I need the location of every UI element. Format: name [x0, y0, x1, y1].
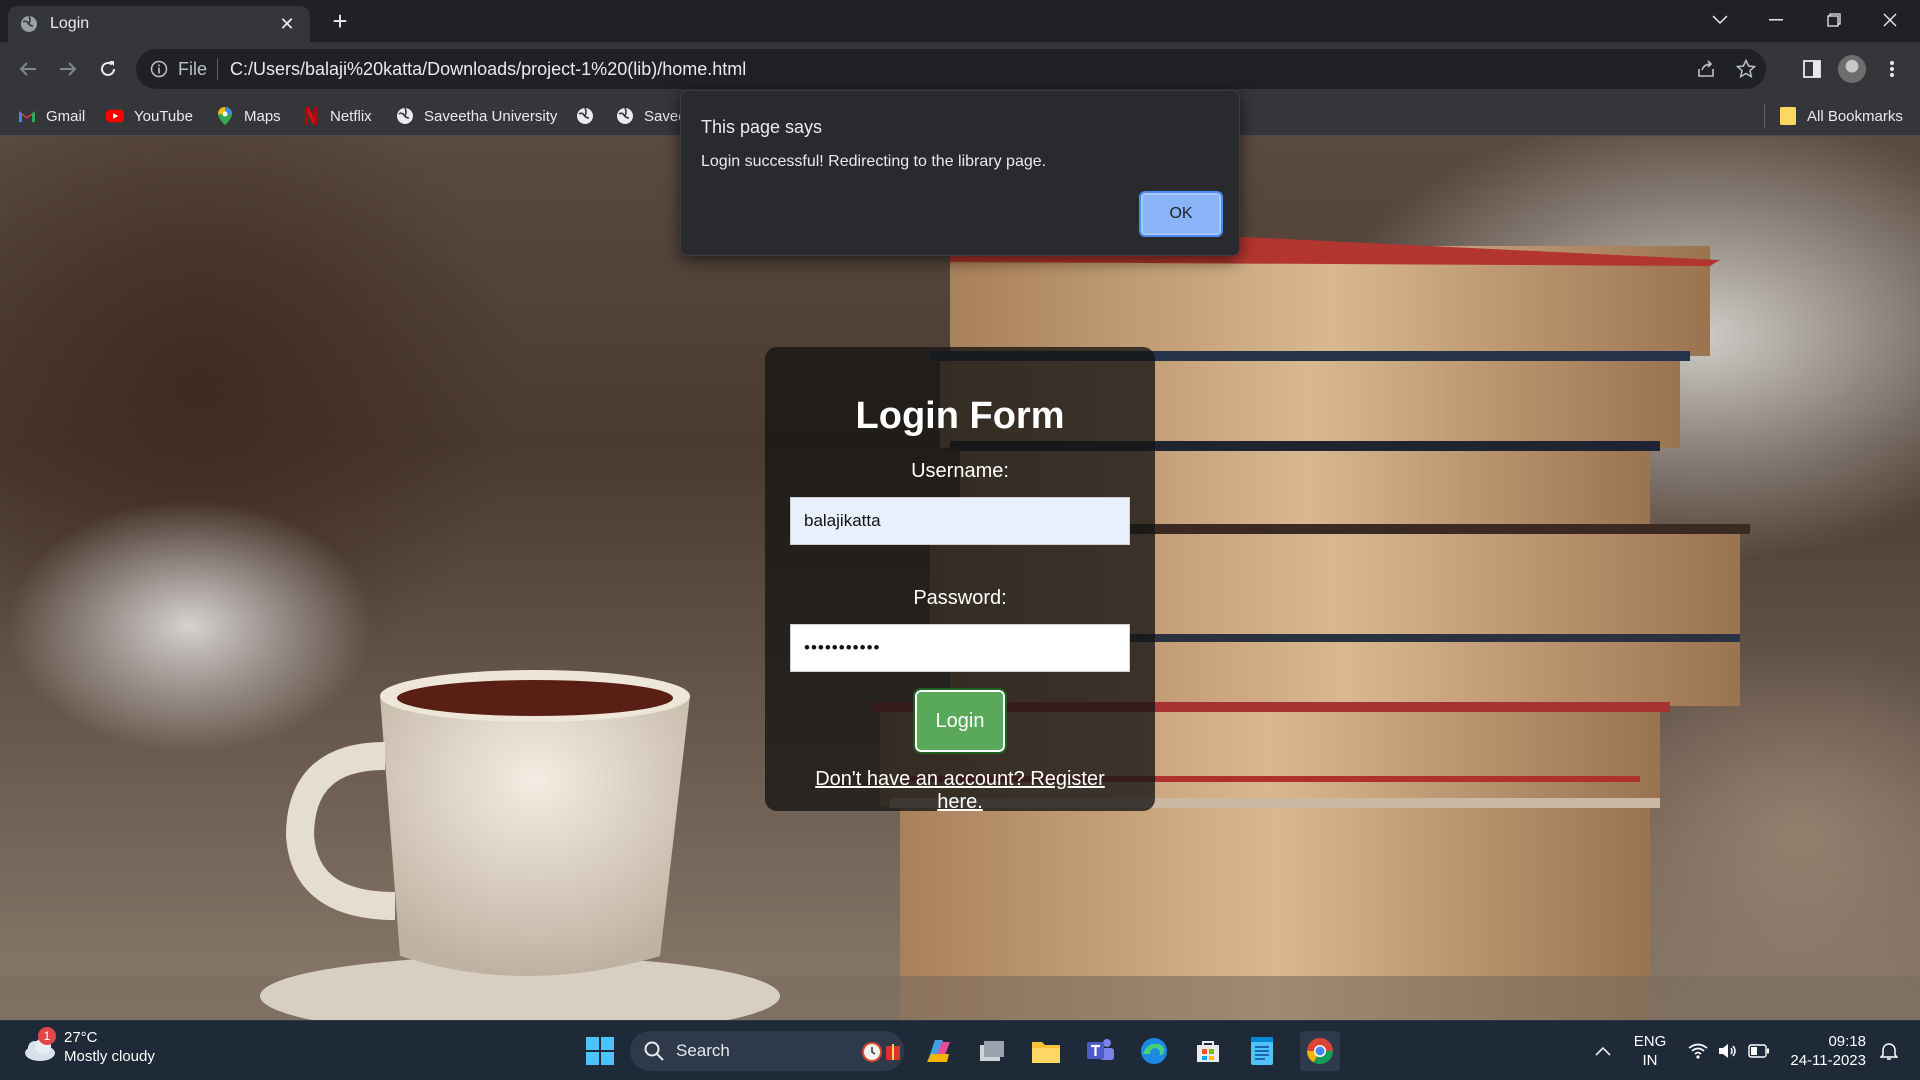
share-icon[interactable]	[1686, 49, 1726, 89]
notepad-icon[interactable]	[1242, 1031, 1282, 1071]
search-highlight-icon	[862, 1042, 900, 1062]
cloud-icon: 1	[22, 1027, 56, 1063]
bookmark-label: Maps	[244, 107, 281, 125]
scheme-label: File	[178, 58, 219, 80]
clock[interactable]: 09:18 24-11-2023	[1782, 1021, 1866, 1080]
file-explorer-icon[interactable]	[1026, 1031, 1066, 1071]
reload-button[interactable]	[92, 53, 124, 85]
bookmark-unnamed[interactable]	[576, 96, 604, 136]
all-bookmarks[interactable]: All Bookmarks	[1764, 104, 1903, 128]
url-text[interactable]: C:/Users/balaji%20katta/Downloads/projec…	[230, 59, 1686, 80]
tab-login[interactable]: Login ✕	[8, 6, 310, 42]
copilot-app-icon[interactable]	[918, 1031, 958, 1071]
edge-icon[interactable]	[1134, 1031, 1174, 1071]
bookmark-label: Saveetha University	[424, 107, 558, 125]
avatar	[1838, 55, 1866, 83]
bookmark-youtube[interactable]: YouTube	[106, 96, 193, 136]
address-bar[interactable]: File C:/Users/balaji%20katta/Downloads/p…	[136, 49, 1766, 89]
bookmark-saveetha-2[interactable]: Savee	[616, 96, 687, 136]
wifi-icon	[1688, 1043, 1708, 1059]
password-input[interactable]	[790, 624, 1130, 672]
close-window-button[interactable]	[1862, 0, 1918, 40]
bookmark-star-icon[interactable]	[1726, 49, 1766, 89]
forward-button[interactable]	[52, 53, 84, 85]
start-button[interactable]	[580, 1031, 620, 1071]
globe-icon	[21, 15, 37, 32]
dialog-ok-button[interactable]: OK	[1139, 191, 1223, 237]
weather-temp: 27°C	[64, 1029, 98, 1046]
clock-date: 24-11-2023	[1790, 1052, 1866, 1069]
taskbar-search[interactable]: Search	[630, 1031, 904, 1071]
bookmark-label: Gmail	[46, 107, 86, 125]
tab-close-icon[interactable]: ✕	[276, 14, 298, 35]
all-bookmarks-label: All Bookmarks	[1807, 107, 1903, 125]
browser-toolbar: File C:/Users/balaji%20katta/Downloads/p…	[0, 42, 1920, 96]
globe-icon	[396, 107, 414, 125]
forward-arrow-icon	[60, 62, 77, 76]
youtube-icon	[106, 107, 124, 125]
alert-dialog: This page says Login successful! Redirec…	[680, 90, 1240, 256]
language-top: ENG	[1633, 1033, 1667, 1050]
info-icon[interactable]	[150, 60, 168, 78]
task-view-icon[interactable]	[972, 1031, 1012, 1071]
globe-icon	[576, 107, 594, 125]
clock-time: 09:18	[1828, 1033, 1866, 1050]
show-hidden-icons[interactable]	[1588, 1021, 1618, 1080]
dialog-message: Login successful! Redirecting to the lib…	[701, 153, 1047, 170]
folder-icon	[1779, 107, 1797, 125]
reload-icon	[101, 61, 115, 76]
volume-icon	[1719, 1044, 1736, 1058]
system-tray-icons[interactable]	[1684, 1021, 1774, 1080]
minimize-button[interactable]	[1748, 0, 1804, 40]
weather-condition: Mostly cloudy	[64, 1048, 155, 1065]
chrome-icon[interactable]	[1300, 1031, 1340, 1071]
microsoft-store-icon[interactable]	[1188, 1031, 1228, 1071]
back-button[interactable]	[12, 53, 44, 85]
language-indicator[interactable]: ENG IN	[1624, 1021, 1676, 1080]
gmail-icon	[18, 107, 36, 125]
register-link[interactable]: Don't have an account? Register here.	[815, 768, 1105, 813]
weather-badge: 1	[38, 1027, 56, 1045]
search-label: Search	[676, 1041, 730, 1060]
search-icon	[644, 1041, 664, 1061]
bookmark-netflix[interactable]: Netflix	[302, 96, 372, 136]
teams-icon[interactable]	[1080, 1031, 1120, 1071]
weather-widget[interactable]: 1 27°C Mostly cloudy	[22, 1027, 155, 1067]
username-input[interactable]	[790, 497, 1130, 545]
tab-search-icon[interactable]	[1692, 0, 1748, 40]
login-button[interactable]: Login	[913, 688, 1007, 754]
globe-icon	[616, 107, 634, 125]
tab-strip: Login ✕ +	[0, 0, 1920, 42]
menu-kebab-icon[interactable]	[1876, 53, 1908, 85]
bookmark-maps[interactable]: Maps	[216, 96, 281, 136]
windows-logo-icon	[586, 1037, 614, 1065]
battery-icon	[1748, 1044, 1769, 1058]
dialog-title: This page says	[701, 117, 823, 137]
restore-button[interactable]	[1806, 0, 1862, 40]
password-label: Password:	[913, 587, 1007, 609]
side-panel-icon[interactable]	[1796, 53, 1828, 85]
profile-avatar[interactable]	[1836, 53, 1868, 85]
login-form: Login Form Username: Password: Login Don…	[765, 347, 1155, 813]
notifications-bell-icon[interactable]	[1874, 1021, 1904, 1080]
back-arrow-icon	[19, 62, 36, 76]
language-bottom: IN	[1642, 1052, 1658, 1069]
login-heading: Login Form	[855, 395, 1065, 437]
bookmark-saveetha-university[interactable]: Saveetha University	[396, 96, 557, 136]
new-tab-button[interactable]: +	[324, 6, 356, 38]
username-label: Username:	[911, 460, 1009, 482]
netflix-icon	[302, 107, 320, 125]
page-background: Login Form Username: Password: Login Don…	[0, 136, 1920, 1020]
maps-icon	[216, 107, 234, 125]
windows-taskbar: 1 27°C Mostly cloudy Search ENG IN 09:18…	[0, 1020, 1920, 1080]
bookmark-label: Netflix	[330, 107, 372, 125]
tab-title: Login	[50, 15, 90, 32]
bookmark-label: YouTube	[134, 107, 193, 125]
bookmark-gmail[interactable]: Gmail	[18, 96, 85, 136]
